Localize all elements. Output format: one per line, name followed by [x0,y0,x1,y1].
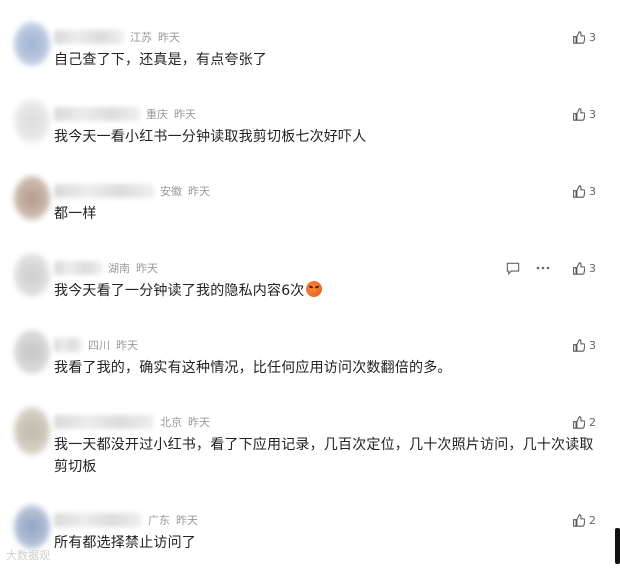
angry-face-emoji [305,281,322,297]
more-dots-icon[interactable] [536,266,550,270]
comment-text: 我今天看了一分钟读了我的隐私内容6次 [54,280,599,302]
like-button[interactable]: 2 [572,413,596,431]
scrollbar-thumb[interactable] [615,528,620,564]
comment-meta: 安徽 昨天 [54,182,210,200]
username-blurred[interactable] [54,107,140,121]
comment-meta: 江苏 昨天 [54,28,180,46]
like-button[interactable]: 3 [572,336,596,354]
like-count: 3 [589,338,596,352]
like-button[interactable]: 3 [572,28,596,46]
like-count: 3 [589,184,596,198]
like-count: 2 [589,415,596,429]
username-blurred[interactable] [54,261,102,275]
comment-text: 我今天一看小红书一分钟读取我剪切板七次好吓人 [54,129,367,145]
comment-text: 我一天都没开过小红书，看了下应用记录，几百次定位，几十次照片访问，几十次读取剪切… [54,437,594,475]
comment-icon[interactable] [506,262,520,275]
username-blurred[interactable] [54,184,154,198]
comment-meta: 北京 昨天 [54,413,210,431]
comment-text-content: 我今天看了一分钟读了我的隐私内容6次 [54,283,305,299]
avatar[interactable] [14,505,50,549]
avatar[interactable] [14,22,50,66]
region-label: 重庆 [146,108,168,121]
time-label: 昨天 [136,262,158,275]
like-button[interactable]: 3 [572,105,596,123]
time-label: 昨天 [116,339,138,352]
like-count: 2 [589,513,596,527]
thumbs-up-icon [573,261,585,275]
thumbs-up-icon [573,513,585,527]
comment-meta: 四川 昨天 [54,336,138,354]
like-button[interactable]: 3 [572,182,596,200]
like-button[interactable]: 2 [572,511,596,529]
comment-text: 都一样 [54,206,97,222]
avatar[interactable] [14,99,50,143]
avatar[interactable] [14,330,50,374]
thumbs-up-icon [573,30,585,44]
comment-text: 自己查了下，还真是，有点夸张了 [54,52,267,68]
comment-meta: 广东 昨天 [54,511,198,529]
like-count: 3 [589,30,596,44]
username-blurred[interactable] [54,513,142,527]
thumbs-up-icon [573,107,585,121]
username-blurred[interactable] [54,30,124,44]
comment-text: 所有都选择禁止访问了 [54,535,196,551]
time-label: 昨天 [188,185,210,198]
time-label: 昨天 [174,108,196,121]
region-label: 广东 [148,514,170,527]
time-label: 昨天 [176,514,198,527]
avatar[interactable] [14,407,50,455]
like-count: 3 [589,107,596,121]
comment-tools [506,259,550,277]
time-label: 昨天 [158,31,180,44]
region-label: 北京 [160,416,182,429]
like-button[interactable]: 3 [572,259,596,277]
thumbs-up-icon [573,184,585,198]
region-label: 湖南 [108,262,130,275]
thumbs-up-icon [573,415,585,429]
time-label: 昨天 [188,416,210,429]
comment-meta: 湖南 昨天 [54,259,158,277]
like-count: 3 [589,261,596,275]
region-label: 四川 [88,339,110,352]
comment-meta: 重庆 昨天 [54,105,196,123]
thumbs-up-icon [573,338,585,352]
comment-text: 我看了我的，确实有这种情况，比任何应用访问次数翻倍的多。 [54,360,452,376]
region-label: 安徽 [160,185,182,198]
username-blurred[interactable] [54,338,82,352]
region-label: 江苏 [130,31,152,44]
avatar[interactable] [14,176,50,220]
avatar[interactable] [14,253,50,297]
watermark: 大数据观 [6,550,50,562]
username-blurred[interactable] [54,415,154,429]
